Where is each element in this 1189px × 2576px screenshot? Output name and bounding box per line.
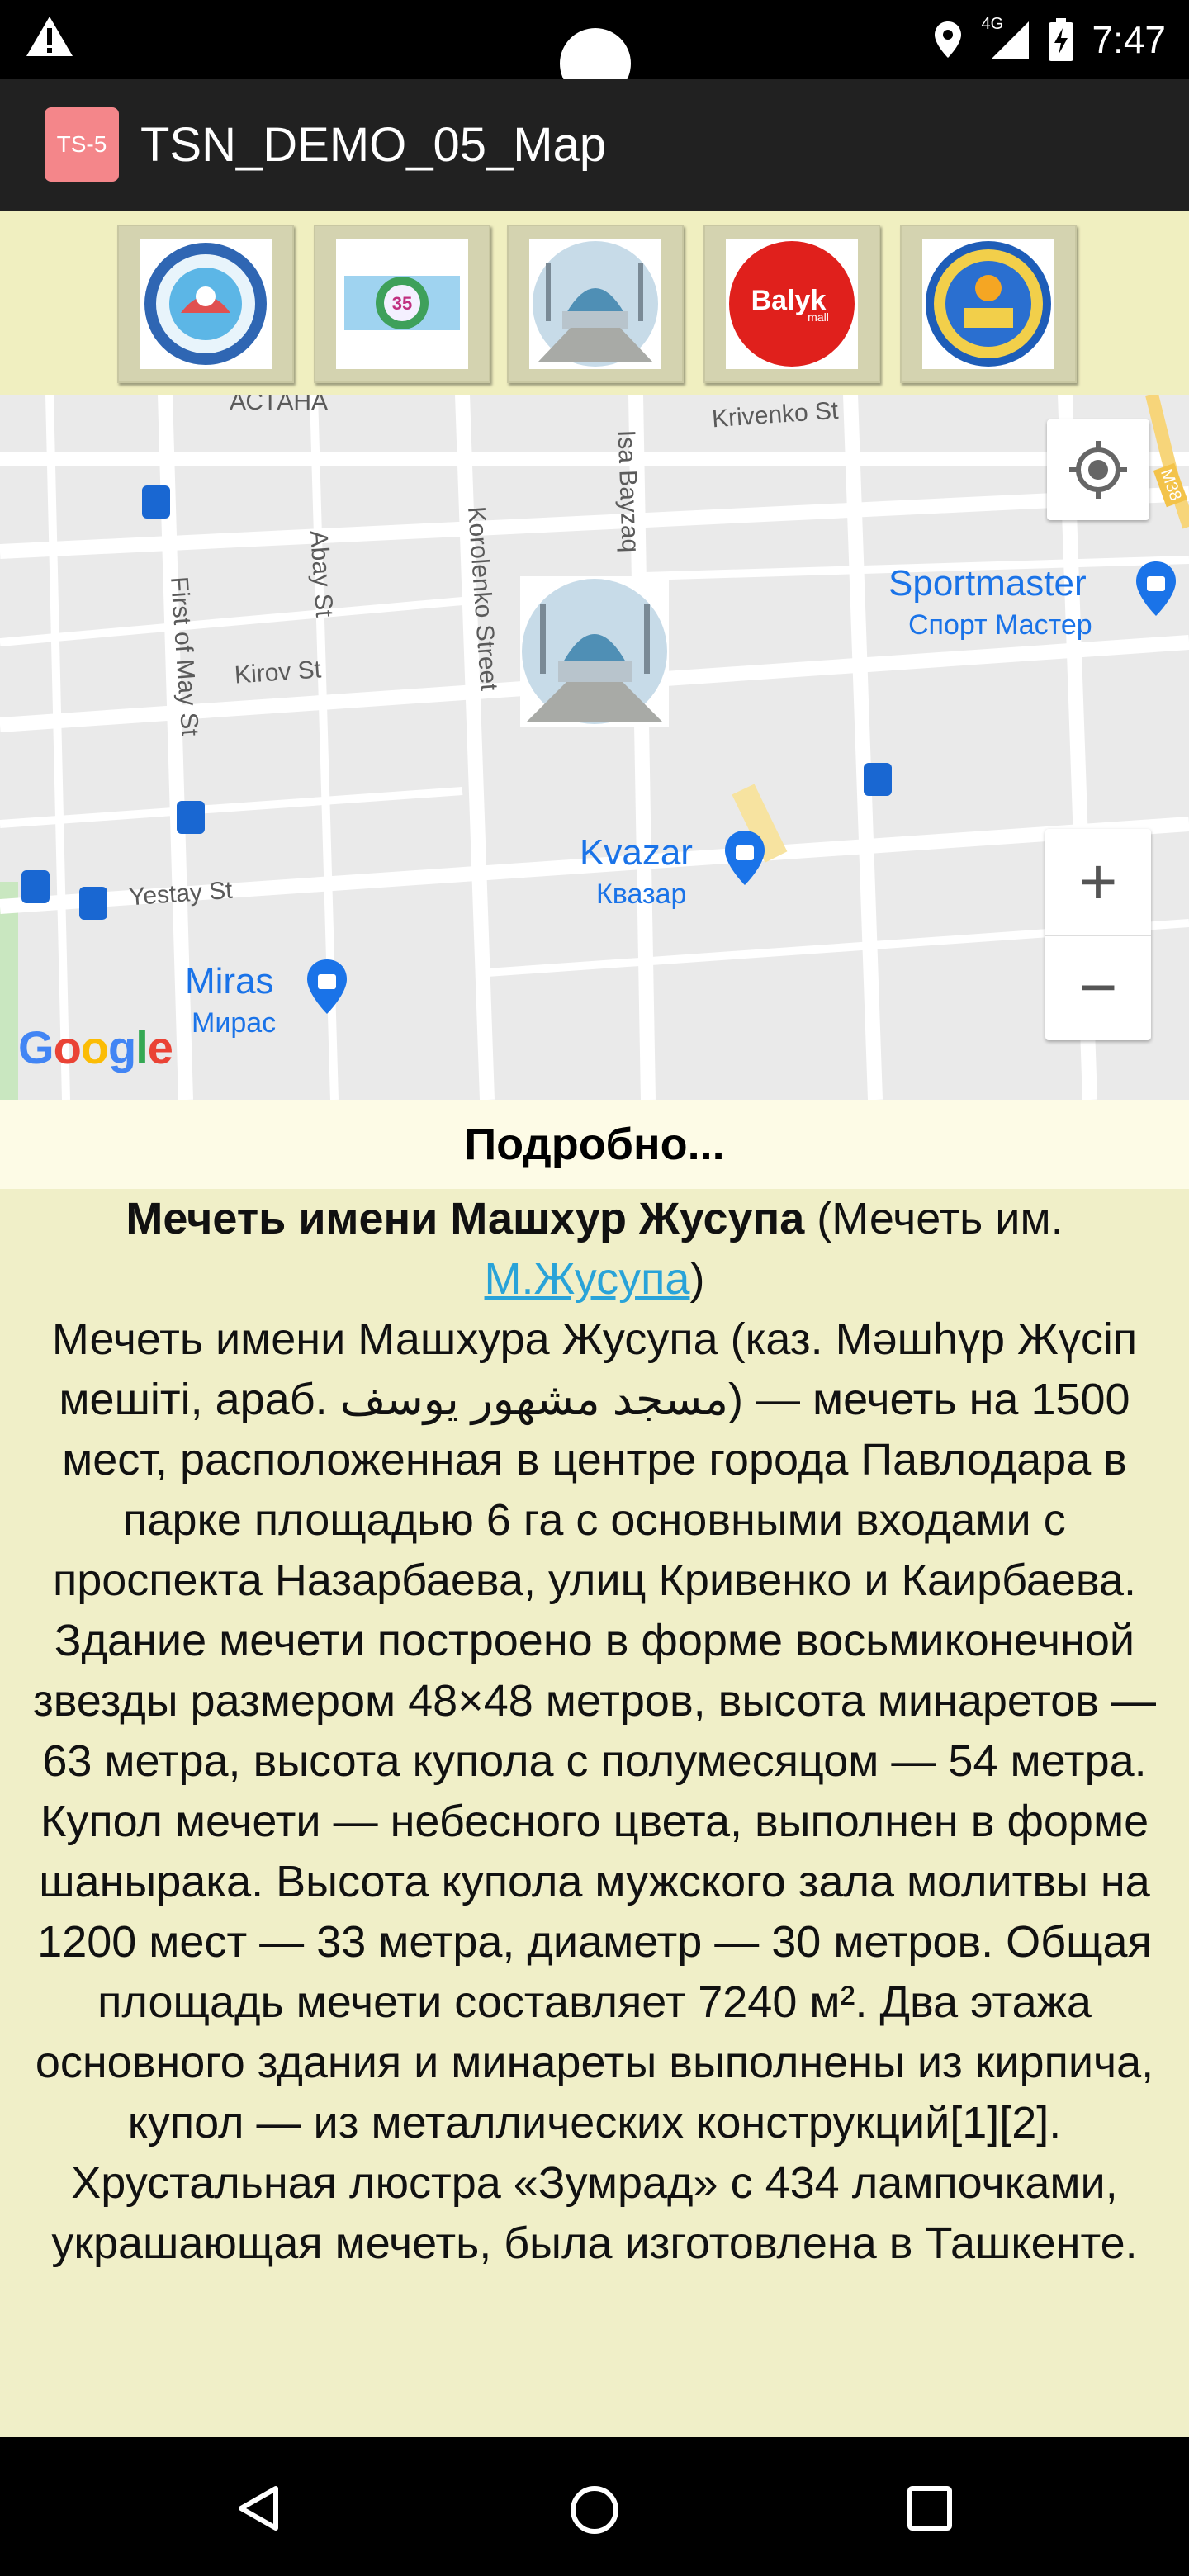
details-header[interactable]: Подробно...: [0, 1100, 1189, 1189]
map-view[interactable]: АСТАНА Krivenko St Isa Bayzaq Abay St Ko…: [0, 395, 1189, 1100]
shopping-pin-icon[interactable]: [1135, 560, 1177, 618]
article-body: Мечеть имени Машхура Жусупа (каз. Мәшһүр…: [32, 1314, 1157, 2268]
balyk-mall-icon: Balyk mall: [726, 239, 858, 369]
signal-4g-icon: 4G: [981, 15, 1030, 61]
logo-school-35-button[interactable]: 35: [314, 225, 490, 383]
shopping-pin-icon[interactable]: [306, 958, 348, 1016]
logo-strip: 35 Balyk mall: [0, 211, 1189, 395]
poi-sportmaster-sub: Спорт Мастер: [908, 609, 1092, 641]
poi-miras-name[interactable]: Miras: [185, 961, 274, 1002]
zoom-controls: + −: [1045, 829, 1151, 1040]
street-label: Isa Bayzaq: [612, 429, 644, 553]
status-bar: 4G 7:47: [0, 0, 1189, 99]
street-label: АСТАНА: [230, 395, 329, 415]
logo-balyk-mall-button[interactable]: Balyk mall: [703, 225, 880, 383]
poi-sportmaster-name[interactable]: Sportmaster: [888, 563, 1087, 604]
article-title-suffix: ): [689, 1254, 705, 1304]
my-location-button[interactable]: [1047, 419, 1149, 520]
poi-miras-sub: Мирас: [192, 1007, 277, 1039]
battery-charging-icon: [1049, 18, 1074, 61]
app-bar: TS-5 TSN_DEMO_05_Map: [0, 79, 1189, 211]
app-title: TSN_DEMO_05_Map: [140, 118, 607, 172]
article-title: Мечеть имени Машхур Жусупа: [126, 1194, 805, 1243]
recents-icon[interactable]: [907, 2485, 953, 2531]
round-emblem-icon: [140, 239, 272, 369]
poi-kvazar-sub: Квазар: [596, 878, 687, 910]
location-icon: [935, 21, 962, 58]
mosque-photo-icon: [529, 239, 661, 369]
my-location-icon: [1069, 441, 1127, 499]
zoom-out-button[interactable]: −: [1045, 935, 1151, 1040]
mosque-marker-icon[interactable]: [520, 576, 669, 727]
back-icon[interactable]: [234, 2484, 284, 2533]
logo-emblem-city-button[interactable]: [900, 225, 1077, 383]
logo-emblem-blue-button[interactable]: [117, 225, 294, 383]
home-icon[interactable]: [568, 2484, 621, 2536]
article-title-rest: (Мечеть им.: [804, 1194, 1063, 1243]
svg-text:mall: mall: [808, 310, 829, 324]
map-roads: [0, 395, 1189, 1100]
clock: 7:47: [1092, 18, 1166, 61]
city-emblem-icon: [922, 239, 1054, 369]
logo-mosque-button[interactable]: [507, 225, 684, 383]
article-text: Мечеть имени Машхур Жусупа (Мечеть им. М…: [25, 1189, 1164, 2437]
street-label: Abay St: [304, 529, 339, 618]
warning-icon: [26, 17, 73, 56]
svg-text:35: 35: [392, 293, 412, 314]
badge-35-icon: 35: [336, 239, 468, 369]
app-icon: TS-5: [45, 107, 119, 182]
nav-bar: [0, 2437, 1189, 2576]
zoom-in-button[interactable]: +: [1045, 829, 1151, 936]
poi-kvazar-name[interactable]: Kvazar: [580, 832, 693, 874]
shopping-pin-icon[interactable]: [723, 829, 766, 887]
article-link[interactable]: М.Жусупа: [485, 1254, 690, 1304]
google-logo: Google: [18, 1021, 173, 1073]
